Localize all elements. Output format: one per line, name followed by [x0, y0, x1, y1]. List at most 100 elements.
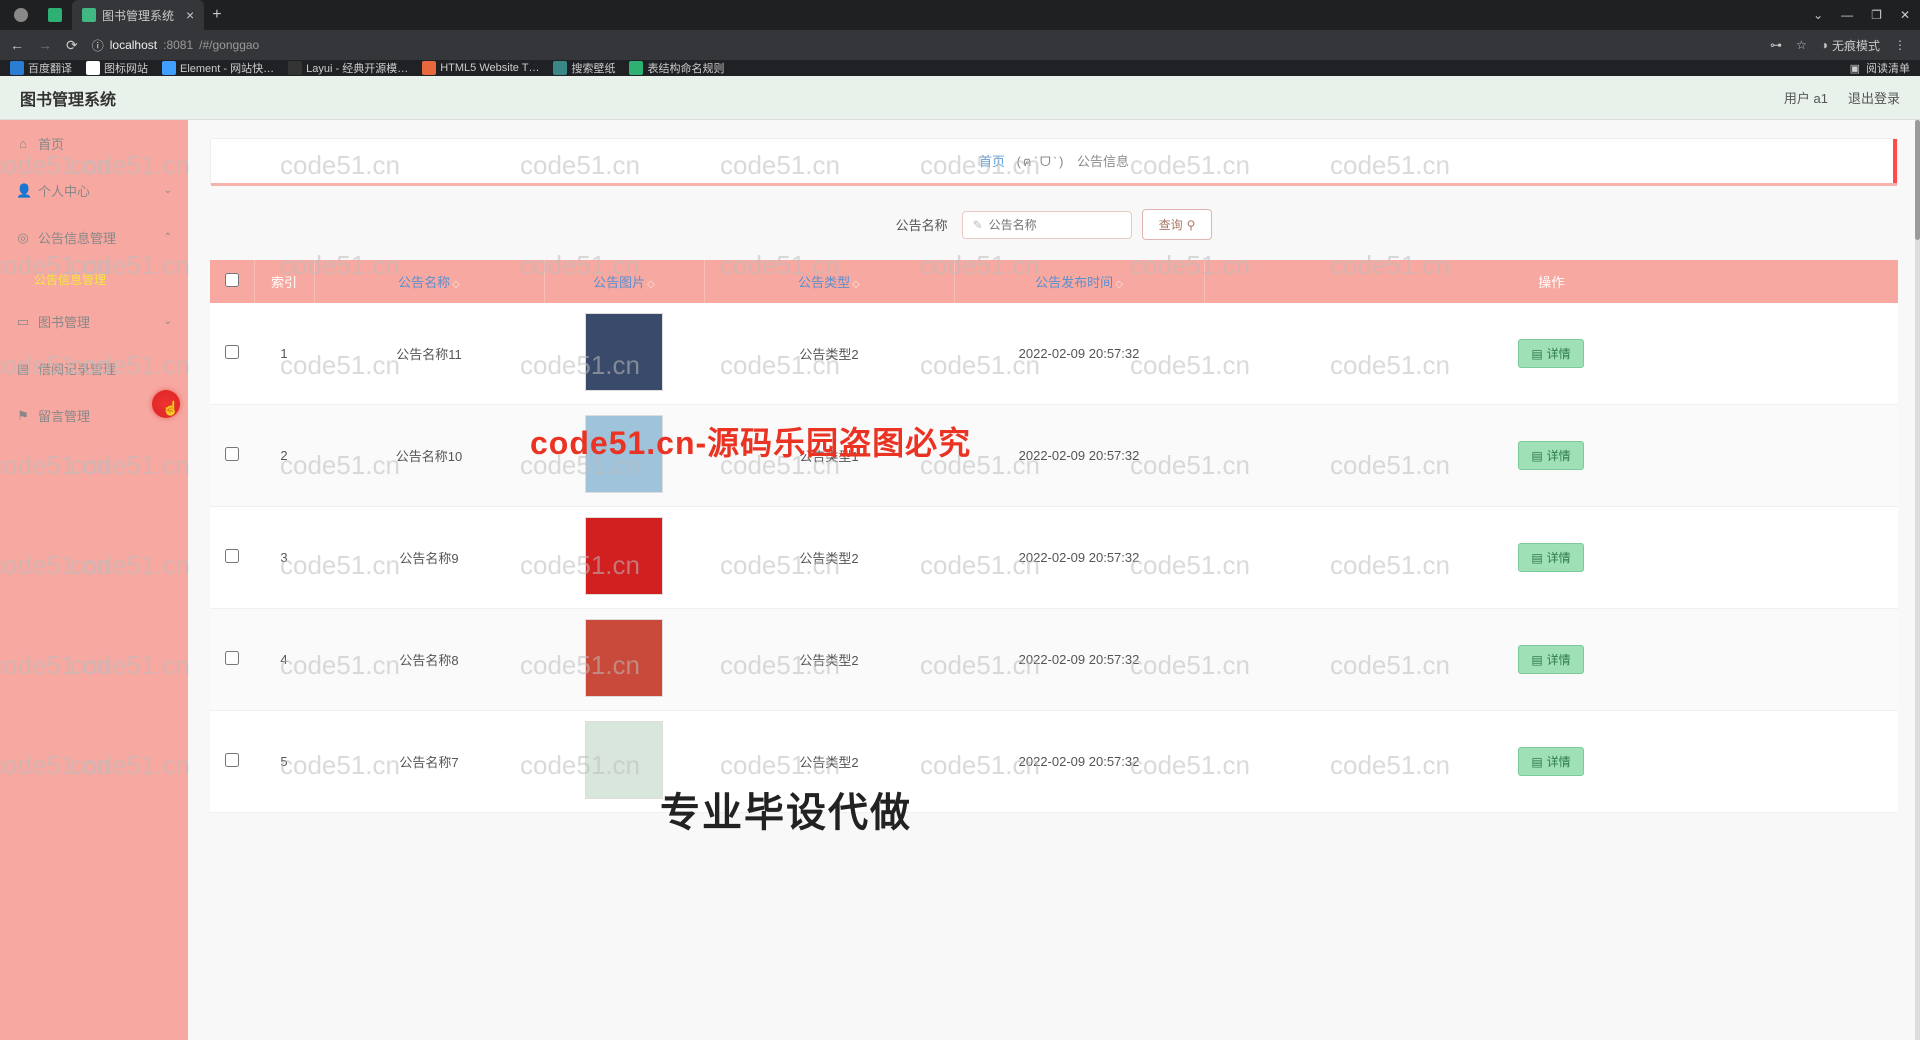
cell-index: 1: [254, 303, 314, 405]
bookmark-item[interactable]: Layui - 经典开源模…: [288, 60, 408, 76]
detail-label: 详情: [1547, 549, 1571, 566]
detail-button[interactable]: ▤详情: [1518, 441, 1583, 470]
bookmark-item[interactable]: HTML5 Website T…: [422, 61, 539, 75]
detail-label: 详情: [1547, 651, 1571, 668]
cell-type: 公告类型2: [704, 507, 954, 609]
detail-button[interactable]: ▤详情: [1518, 339, 1583, 368]
sort-icon: ◇: [452, 279, 460, 290]
site-info-icon[interactable]: ⓘ: [92, 37, 104, 54]
cell-type: 公告类型2: [704, 303, 954, 405]
detail-icon: ▤: [1531, 755, 1542, 769]
search-input[interactable]: [989, 218, 1121, 232]
chevron-up-icon: ⌃: [164, 232, 172, 243]
data-table: 索引 公告名称◇ 公告图片◇ 公告类型◇ 公告发布时间◇ 操作 1公告名称11公…: [210, 260, 1898, 813]
window-dropdown-icon[interactable]: ⌄: [1813, 8, 1823, 22]
breadcrumb: 首页 (ฅˊᗜˋ) 公告信息: [210, 138, 1898, 185]
breadcrumb-home[interactable]: 首页: [979, 154, 1005, 169]
reading-list[interactable]: ▣ 阅读清单: [1850, 60, 1910, 76]
browser-tab-active[interactable]: 图书管理系统 ×: [72, 0, 204, 30]
search-button[interactable]: 查询 ⚲: [1142, 209, 1213, 240]
browser-chrome: 图书管理系统 × + ⌄ — ❐ ✕ ← → ⟳ ⓘ localhost:808…: [0, 0, 1920, 76]
row-checkbox[interactable]: [225, 753, 239, 767]
bookmarks-bar: 百度翻译 图标网站 Element - 网站快… Layui - 经典开源模… …: [0, 60, 1920, 76]
url-path: /#/gonggao: [199, 38, 259, 52]
breadcrumb-underline: [211, 183, 1897, 186]
search-label: 公告名称: [896, 215, 948, 234]
sidebar-item-books[interactable]: ▭ 图书管理 ⌄: [0, 298, 188, 345]
row-checkbox[interactable]: [225, 549, 239, 563]
cell-time: 2022-02-09 20:57:32: [954, 711, 1204, 813]
detail-button[interactable]: ▤详情: [1518, 543, 1583, 572]
tab-strip: 图书管理系统 × + ⌄ — ❐ ✕: [0, 0, 1920, 30]
bookmark-star-icon[interactable]: ☆: [1796, 38, 1807, 52]
tab-title: 图书管理系统: [102, 7, 174, 24]
announcement-image[interactable]: [585, 313, 663, 391]
key-icon[interactable]: ⊶: [1770, 38, 1782, 52]
book-icon: ▭: [16, 314, 30, 330]
logout-link[interactable]: 退出登录: [1848, 88, 1900, 107]
nav-back-icon[interactable]: ←: [10, 37, 24, 54]
announcement-image[interactable]: [585, 517, 663, 595]
incognito-icon: ◑: [1821, 38, 1828, 52]
address-bar[interactable]: ⓘ localhost:8081/#/gonggao: [92, 37, 259, 54]
browser-tab[interactable]: [4, 0, 38, 30]
detail-button[interactable]: ▤详情: [1518, 645, 1583, 674]
sidebar-item-announcement[interactable]: ◎ 公告信息管理 ⌃: [0, 214, 188, 261]
col-name[interactable]: 公告名称◇: [314, 260, 544, 303]
select-all-checkbox[interactable]: [225, 273, 239, 287]
col-index[interactable]: 索引: [254, 260, 314, 303]
sidebar-item-label: 留言管理: [38, 406, 90, 425]
cell-time: 2022-02-09 20:57:32: [954, 609, 1204, 711]
tab-add-icon[interactable]: +: [204, 6, 229, 24]
app-body: ⌂ 首页 👤 个人中心 ⌄ ◎ 公告信息管理 ⌃ 公告信息管理 ▭ 图书管理 ⌄…: [0, 120, 1920, 1040]
window-max-icon[interactable]: ❐: [1871, 8, 1882, 22]
bookmark-item[interactable]: 搜索壁纸: [553, 60, 615, 76]
browser-tab[interactable]: [38, 0, 72, 30]
nav-reload-icon[interactable]: ⟳: [66, 37, 78, 54]
sidebar: ⌂ 首页 👤 个人中心 ⌄ ◎ 公告信息管理 ⌃ 公告信息管理 ▭ 图书管理 ⌄…: [0, 120, 188, 1040]
bookmark-item[interactable]: 图标网站: [86, 60, 148, 76]
col-image[interactable]: 公告图片◇: [544, 260, 704, 303]
window-close-icon[interactable]: ✕: [1900, 8, 1910, 22]
cell-image: [544, 711, 704, 813]
cell-image: [544, 507, 704, 609]
search-input-wrap[interactable]: ✎: [962, 211, 1132, 239]
announcement-image[interactable]: [585, 619, 663, 697]
row-checkbox[interactable]: [225, 345, 239, 359]
cursor-pointer-icon: ☝: [162, 400, 179, 417]
sidebar-item-profile[interactable]: 👤 个人中心 ⌄: [0, 167, 188, 214]
sidebar-item-label: 首页: [38, 134, 64, 153]
table-row: 2公告名称10公告类型12022-02-09 20:57:32▤详情: [210, 405, 1898, 507]
cell-type: 公告类型2: [704, 609, 954, 711]
announcement-image[interactable]: [585, 721, 663, 799]
app-header: 图书管理系统 用户 a1 退出登录: [0, 76, 1920, 120]
detail-button[interactable]: ▤详情: [1518, 747, 1583, 776]
cell-index: 2: [254, 405, 314, 507]
col-pubtime[interactable]: 公告发布时间◇: [954, 260, 1204, 303]
row-checkbox[interactable]: [225, 447, 239, 461]
col-type[interactable]: 公告类型◇: [704, 260, 954, 303]
sidebar-item-home[interactable]: ⌂ 首页: [0, 120, 188, 167]
bookmark-item[interactable]: Element - 网站快…: [162, 60, 274, 76]
col-action: 操作: [1204, 260, 1898, 303]
row-checkbox[interactable]: [225, 651, 239, 665]
browser-menu-icon[interactable]: ⋮: [1894, 38, 1906, 52]
sidebar-item-borrow[interactable]: ▤ 借阅记录管理: [0, 345, 188, 392]
detail-label: 详情: [1547, 345, 1571, 362]
nav-forward-icon[interactable]: →: [38, 37, 52, 54]
cell-index: 3: [254, 507, 314, 609]
bookmark-item[interactable]: 百度翻译: [10, 60, 72, 76]
sidebar-subitem-announcement[interactable]: 公告信息管理: [0, 261, 188, 298]
user-icon: 👤: [16, 183, 30, 199]
announcement-image[interactable]: [585, 415, 663, 493]
incognito-label: 无痕模式: [1832, 37, 1880, 54]
bookmark-label: Layui - 经典开源模…: [306, 60, 408, 76]
user-label[interactable]: 用户 a1: [1784, 88, 1828, 107]
window-min-icon[interactable]: —: [1841, 8, 1853, 22]
scrollbar-track[interactable]: [1915, 120, 1920, 1040]
tab-close-icon[interactable]: ×: [186, 7, 194, 23]
breadcrumb-decoration: (ฅˊᗜˋ): [1017, 154, 1066, 169]
scrollbar-thumb[interactable]: [1915, 120, 1920, 240]
bookmark-item[interactable]: 表结构命名规则: [629, 60, 724, 76]
cell-name: 公告名称9: [314, 507, 544, 609]
